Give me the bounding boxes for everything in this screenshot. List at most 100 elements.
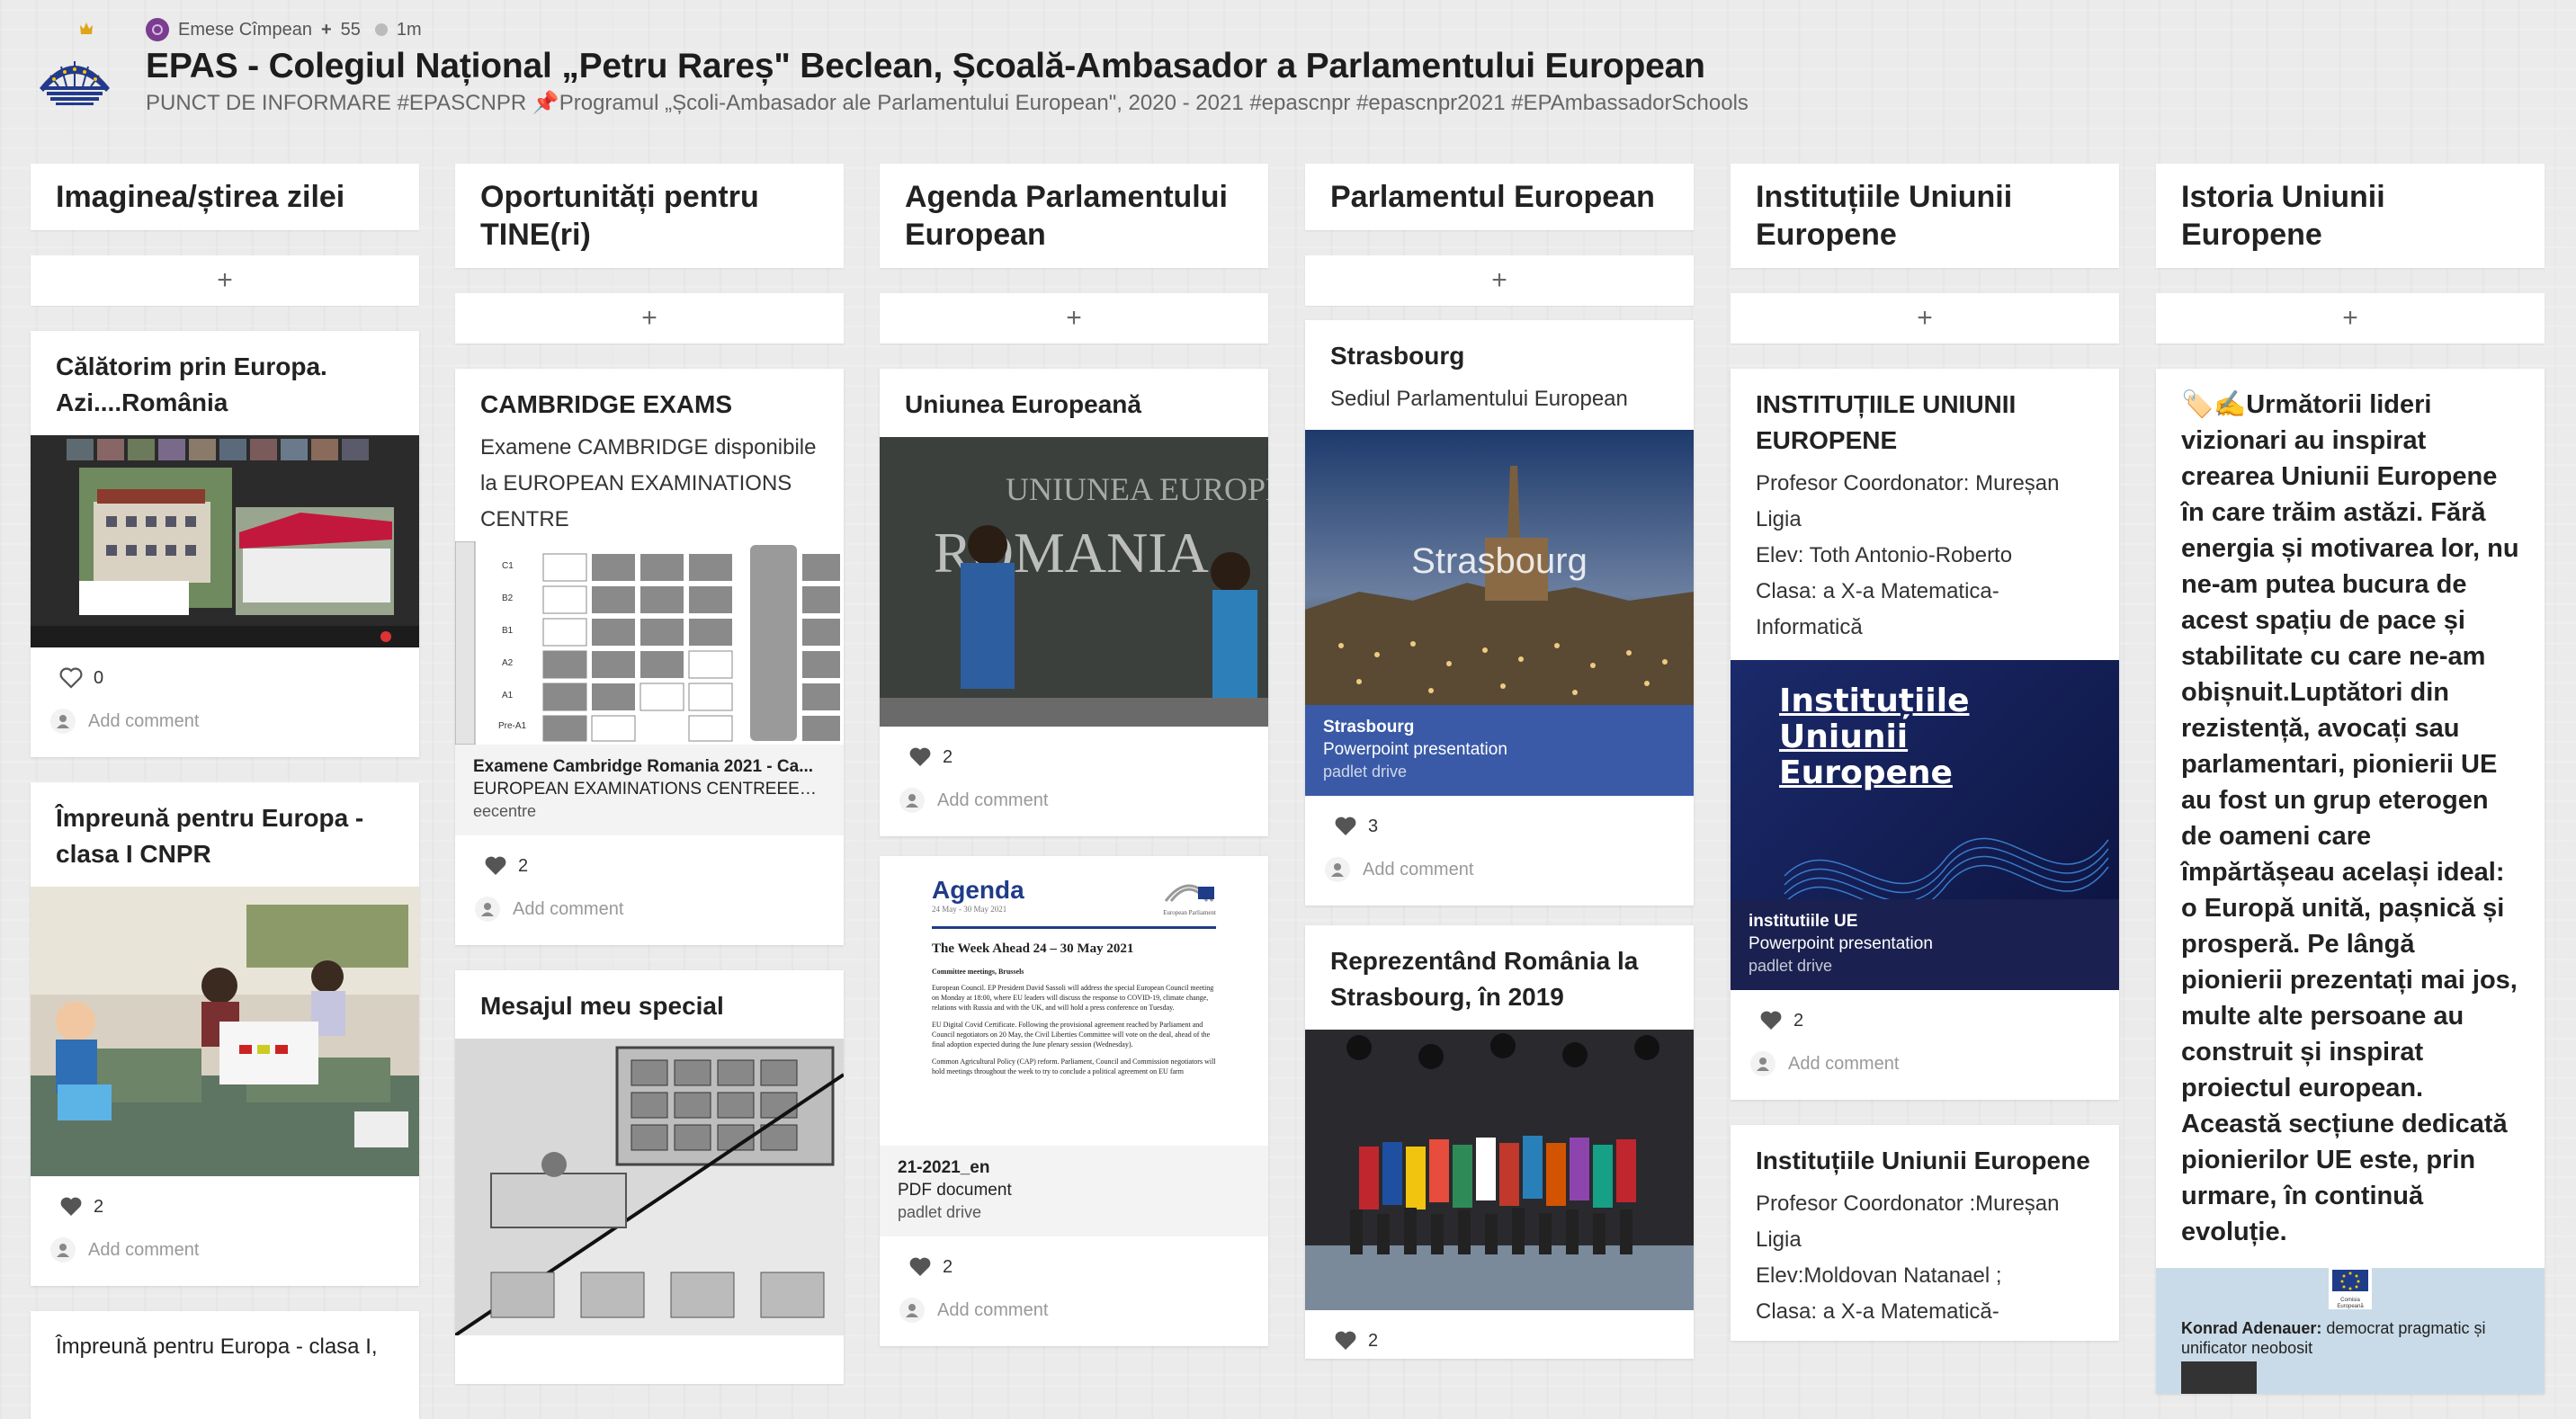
ep-logo-icon: European Parliament xyxy=(1162,874,1216,916)
agenda-paragraph: EU Digital Covid Certificate. Following … xyxy=(932,1021,1211,1049)
reactions: 2 xyxy=(880,727,1268,775)
post-card[interactable]: INSTITUȚIILE UNIUNII EUROPENE Profesor C… xyxy=(1731,369,2119,1100)
strasbourg-image: Strasbourg xyxy=(1305,430,1694,705)
svg-text:A2: A2 xyxy=(502,658,514,668)
agenda-section: Committee meetings, Brussels xyxy=(932,968,1024,976)
epas-logo-icon xyxy=(40,61,110,105)
like-count: 2 xyxy=(1368,1330,1379,1351)
svg-text:A1: A1 xyxy=(502,691,514,701)
eu-commission-logo-icon: Comisia Europeană xyxy=(2329,1268,2372,1309)
add-post-button[interactable]: + xyxy=(1731,293,2119,344)
post-card[interactable]: CAMBRIDGE EXAMS Examene CAMBRIDGE dispon… xyxy=(455,369,844,945)
column-title[interactable]: Imaginea/știrea zilei xyxy=(31,164,419,230)
svg-text:C1: C1 xyxy=(502,561,514,571)
add-comment[interactable]: Add comment xyxy=(31,696,419,757)
column-oportunitati: Oportunități pentru TINE(ri) + CAMBRIDGE… xyxy=(455,164,844,1384)
add-post-button[interactable]: + xyxy=(2156,293,2545,344)
column-agenda: Agenda Parlamentului European + Uniunea … xyxy=(880,164,1268,1346)
add-post-button[interactable]: + xyxy=(455,293,844,344)
post-card[interactable]: 🏷️✍️Următorii lideri vizionari au inspir… xyxy=(2156,369,2545,1394)
like-count: 2 xyxy=(94,1196,104,1217)
post-card[interactable]: Călătorim prin Europa. Azi....România 0 … xyxy=(31,331,419,757)
attachment[interactable]: 21-2021_en PDF document padlet drive xyxy=(880,1146,1268,1236)
reactions: 2 xyxy=(31,1176,419,1225)
heart-filled-icon[interactable] xyxy=(908,1256,932,1278)
board-title: EPAS - Colegiul Național „Petru Rareș" B… xyxy=(146,47,1705,85)
pencil-drawing-image xyxy=(455,1039,844,1335)
post-card[interactable]: Strasbourg Sediul Parlamentului European… xyxy=(1305,320,1694,906)
comment-avatar-icon xyxy=(50,709,76,734)
heart-outline-icon[interactable] xyxy=(59,667,83,689)
heart-filled-icon[interactable] xyxy=(484,855,507,877)
author-name[interactable]: Emese Cîmpean xyxy=(178,20,312,40)
attachment-source: eecentre xyxy=(473,802,537,820)
add-post-button[interactable]: + xyxy=(31,255,419,306)
add-comment[interactable]: Add comment xyxy=(1305,844,1694,906)
status-dot-icon xyxy=(374,23,388,36)
attachment-source: padlet drive xyxy=(898,1203,982,1221)
post-title: Împreună pentru Europa - clasa I, xyxy=(56,1334,378,1359)
add-comment[interactable]: Add comment xyxy=(880,775,1268,836)
comment-avatar-icon xyxy=(899,1298,925,1323)
post-card[interactable]: Uniunea Europeană UNIUNEA EUROPEANA ROMA… xyxy=(880,369,1268,836)
post-title: Reprezentând România la Strasbourg, în 2… xyxy=(1330,947,1639,1011)
attachment-subtitle: PDF document xyxy=(898,1181,1012,1200)
post-card[interactable]: Mesajul meu special xyxy=(455,970,844,1384)
author-avatar[interactable] xyxy=(146,18,169,41)
column-title[interactable]: Instituțiile Uniunii Europene xyxy=(1731,164,2119,268)
time-ago: 1m xyxy=(396,19,422,40)
like-count: 2 xyxy=(518,855,529,876)
attachment[interactable]: Strasbourg Powerpoint presentation padle… xyxy=(1305,705,1694,796)
reactions: 2 xyxy=(455,835,844,884)
like-count: 2 xyxy=(943,746,953,767)
add-comment[interactable]: Add comment xyxy=(880,1285,1268,1346)
attachment-title: institutiile UE xyxy=(1749,912,1858,931)
add-comment[interactable]: Add comment xyxy=(1731,1039,2119,1100)
classroom-photo xyxy=(31,887,419,1176)
column-title[interactable]: Parlamentul European xyxy=(1305,164,1694,230)
add-comment-label: Add comment xyxy=(88,710,200,731)
pioneer-name: Konrad Adenauer: xyxy=(2181,1319,2322,1337)
add-post-button[interactable]: + xyxy=(1305,255,1694,306)
pioneer-document-preview[interactable]: Comisia Europeană Konrad Adenauer: democ… xyxy=(2156,1268,2545,1394)
post-card[interactable]: Reprezentând România la Strasbourg, în 2… xyxy=(1305,925,1694,1359)
heart-filled-icon[interactable] xyxy=(1334,1330,1357,1352)
heart-filled-icon[interactable] xyxy=(59,1196,83,1218)
column-title[interactable]: Istoria Uniunii Europene xyxy=(2156,164,2545,268)
attachment[interactable]: institutiile UE Powerpoint presentation … xyxy=(1731,899,2119,990)
column-imaginea-stirea-zilei: Imaginea/știrea zilei + Călătorim prin E… xyxy=(31,164,419,1419)
column-title[interactable]: Oportunități pentru TINE(ri) xyxy=(455,164,844,268)
reactions: 2 xyxy=(1731,990,2119,1039)
post-card[interactable]: Agenda 24 May - 30 May 2021 European Par… xyxy=(880,856,1268,1346)
heart-filled-icon[interactable] xyxy=(1334,816,1357,837)
comment-avatar-icon xyxy=(1750,1051,1775,1076)
like-count: 2 xyxy=(943,1256,953,1277)
reactions: 2 xyxy=(880,1236,1268,1285)
post-card[interactable]: Împreună pentru Europa - clasa I, xyxy=(31,1311,419,1419)
attachment-title: Examene Cambridge Romania 2021 - Ca... xyxy=(473,757,814,776)
like-count: 0 xyxy=(94,667,104,688)
video-call-screenshot xyxy=(31,435,419,647)
column-title[interactable]: Agenda Parlamentului European xyxy=(880,164,1268,268)
add-comment[interactable]: Add comment xyxy=(455,884,844,945)
post-body: Examene CAMBRIDGE disponibile la EUROPEA… xyxy=(480,435,817,531)
chalkboard-photo: UNIUNEA EUROPEANA ROMANIA xyxy=(880,437,1268,727)
heart-filled-icon[interactable] xyxy=(1759,1010,1783,1031)
svg-text:B2: B2 xyxy=(502,593,514,603)
add-post-button[interactable]: + xyxy=(880,293,1268,344)
attachment[interactable]: Examene Cambridge Romania 2021 - Ca... E… xyxy=(455,745,844,835)
add-comment[interactable]: Add comment xyxy=(31,1225,419,1286)
comment-avatar-icon xyxy=(1325,857,1350,882)
column-istoria-ue: Istoria Uniunii Europene + 🏷️✍️Următorii… xyxy=(2156,164,2545,1394)
attachment-title: 21-2021_en xyxy=(898,1158,990,1177)
post-card[interactable]: Instituțiile Uniunii Europene Profesor C… xyxy=(1731,1125,2119,1341)
agenda-paragraph: Common Agricultural Policy (CAP) reform.… xyxy=(932,1058,1216,1075)
post-card[interactable]: Împreună pentru Europa - clasa I CNPR 2 … xyxy=(31,782,419,1286)
add-comment-label: Add comment xyxy=(513,898,624,919)
strasbourg-overlay-text: Strasbourg xyxy=(1411,541,1588,581)
add-comment-label: Add comment xyxy=(937,790,1049,810)
column-parlamentul-european: Parlamentul European + Strasbourg Sediul… xyxy=(1305,164,1694,1359)
attachment-source: padlet drive xyxy=(1323,763,1408,781)
crown-icon xyxy=(80,22,93,34)
heart-filled-icon[interactable] xyxy=(908,746,932,768)
